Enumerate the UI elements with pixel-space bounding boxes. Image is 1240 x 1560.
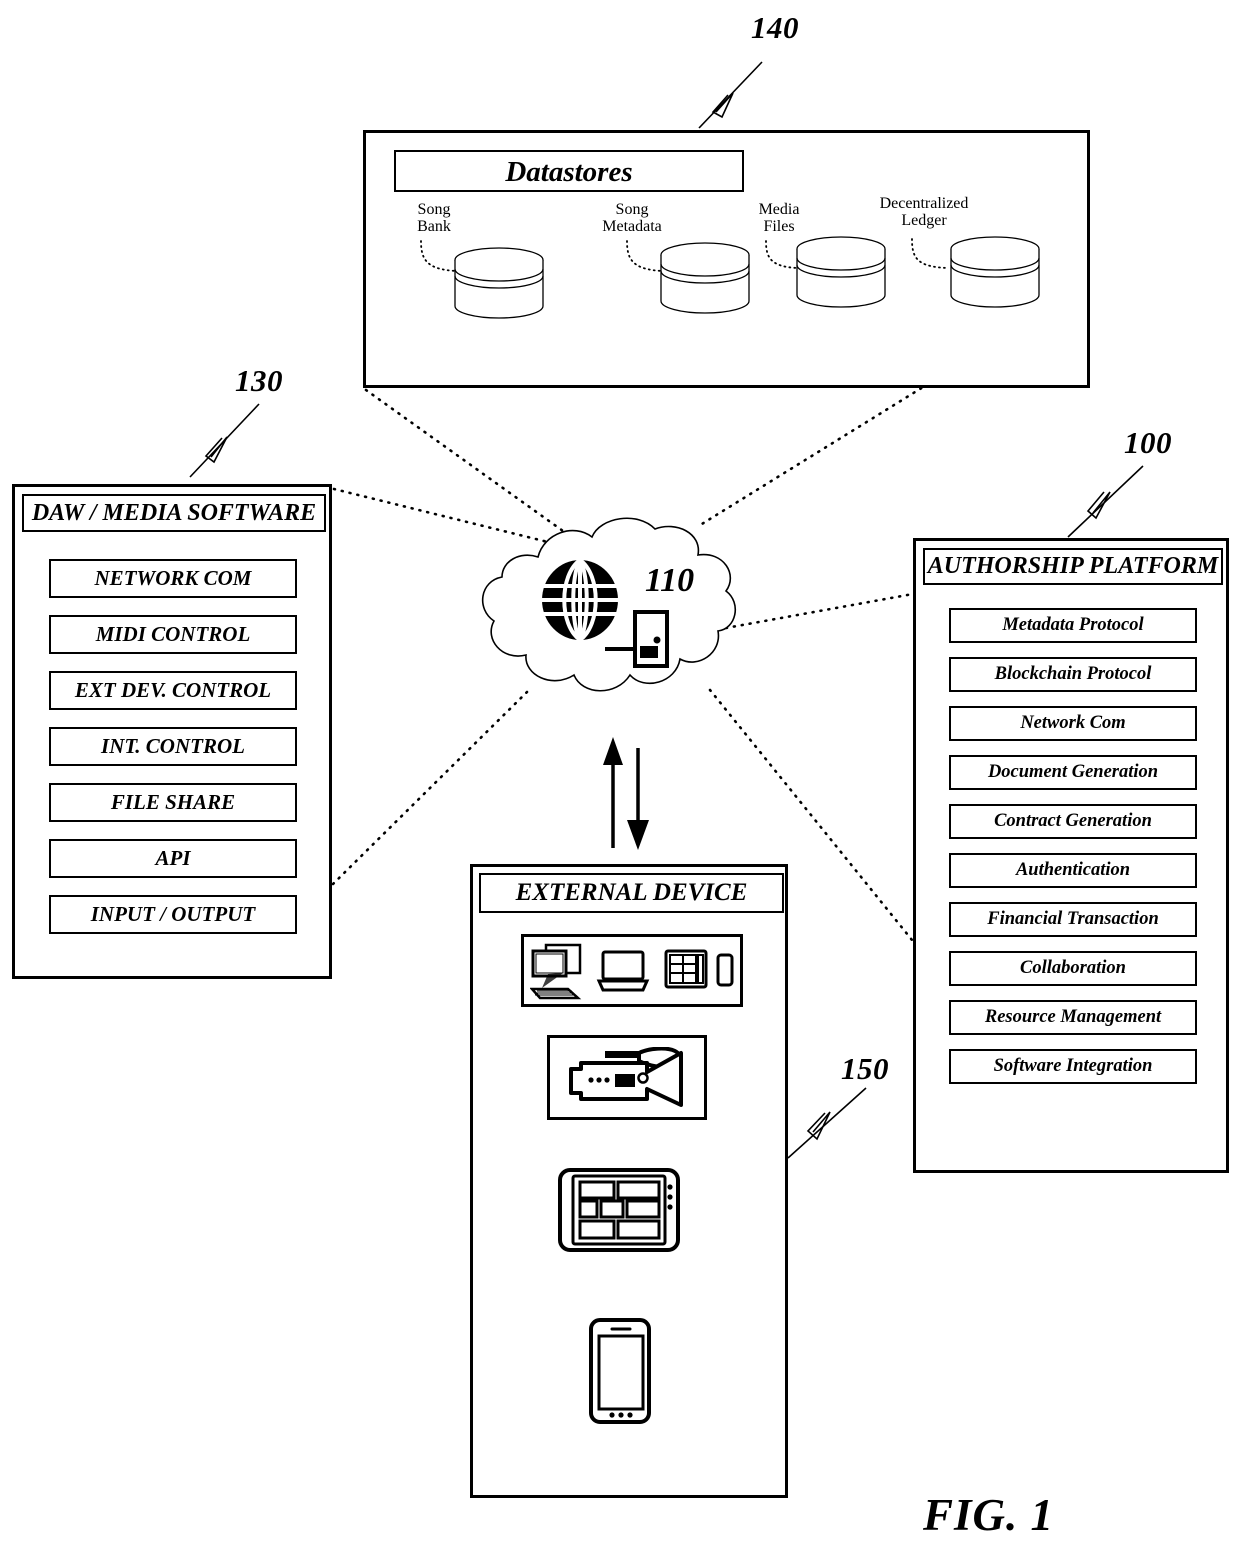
video-camera-frame	[547, 1035, 707, 1120]
smartphone-icon	[589, 1318, 651, 1424]
arrow-cloud-to-device-down	[627, 748, 649, 850]
reference-numeral-150: 150	[841, 1051, 889, 1086]
reference-numeral-100: 100	[1124, 425, 1172, 460]
external-device-panel: EXTERNAL DEVICE	[470, 864, 788, 1498]
datastore-label: Song Bank	[417, 201, 451, 235]
leader-line-130	[189, 403, 260, 478]
daw-module-list: NETWORK COM MIDI CONTROL EXT DEV. CONTRO…	[49, 559, 297, 951]
datastores-panel: Datastores Song Bank Song Metadata Media…	[363, 130, 1090, 388]
reference-numeral-110: 110	[645, 562, 695, 599]
datastore-decentralized-ledger: Decentralized Ledger	[862, 195, 1042, 320]
database-cylinder-icon	[660, 242, 750, 314]
laptop-icon	[596, 950, 650, 992]
remote-control-icon	[716, 953, 734, 987]
daw-module-ext-dev-control[interactable]: EXT DEV. CONTROL	[49, 671, 297, 710]
platform-module-resource-management[interactable]: Resource Management	[949, 1000, 1197, 1035]
platform-module-list: Metadata Protocol Blockchain Protocol Ne…	[949, 608, 1197, 1098]
platform-module-authentication[interactable]: Authentication	[949, 853, 1197, 888]
platform-module-contract-generation[interactable]: Contract Generation	[949, 804, 1197, 839]
leader-line-100	[1067, 465, 1144, 538]
desktop-computer-icon	[530, 943, 582, 1000]
reference-numeral-130: 130	[235, 363, 283, 398]
datastore-label: Song Metadata	[602, 201, 662, 235]
daw-panel-title: DAW / MEDIA SOFTWARE	[22, 494, 326, 532]
authorship-platform-panel: AUTHORSHIP PLATFORM Metadata Protocol Bl…	[913, 538, 1229, 1173]
database-cylinder-icon	[454, 247, 544, 319]
daw-media-software-panel: DAW / MEDIA SOFTWARE NETWORK COM MIDI CO…	[12, 484, 332, 979]
platform-module-collaboration[interactable]: Collaboration	[949, 951, 1197, 986]
datastore-song-metadata: Song Metadata	[584, 201, 754, 321]
arrow-cloud-to-device-up	[603, 737, 623, 848]
daw-module-midi-control[interactable]: MIDI CONTROL	[49, 615, 297, 654]
daw-module-api[interactable]: API	[49, 839, 297, 878]
platform-module-document-generation[interactable]: Document Generation	[949, 755, 1197, 790]
datastore-label: Decentralized Ledger	[879, 195, 969, 229]
figure-caption: FIG. 1	[923, 1490, 1055, 1540]
platform-module-financial-transaction[interactable]: Financial Transaction	[949, 902, 1197, 937]
platform-module-software-integration[interactable]: Software Integration	[949, 1049, 1197, 1084]
platform-module-blockchain-protocol[interactable]: Blockchain Protocol	[949, 657, 1197, 692]
datastore-label: Media Files	[758, 201, 800, 235]
network-cloud	[440, 505, 770, 735]
video-camera-icon	[569, 1047, 683, 1107]
reference-numeral-140: 140	[751, 10, 799, 45]
daw-module-int-control[interactable]: INT. CONTROL	[49, 727, 297, 766]
tablet-keyboard-icon	[664, 949, 708, 989]
daw-module-network-com[interactable]: NETWORK COM	[49, 559, 297, 598]
leader-line-150	[787, 1087, 867, 1159]
tablet-icon	[558, 1168, 680, 1252]
platform-panel-title: AUTHORSHIP PLATFORM	[923, 548, 1223, 585]
platform-module-network-com[interactable]: Network Com	[949, 706, 1197, 741]
external-device-title: EXTERNAL DEVICE	[479, 873, 784, 913]
daw-module-file-share[interactable]: FILE SHARE	[49, 783, 297, 822]
datastore-song-bank: Song Bank	[404, 201, 554, 321]
server-icon	[605, 610, 669, 668]
computer-devices-frame	[521, 934, 743, 1007]
database-cylinder-icon	[950, 236, 1040, 308]
platform-module-metadata-protocol[interactable]: Metadata Protocol	[949, 608, 1197, 643]
datastores-title: Datastores	[394, 150, 744, 192]
patent-figure-page: 140 130 100 150 Datastores Song Bank Son…	[0, 0, 1240, 1560]
daw-module-input-output[interactable]: INPUT / OUTPUT	[49, 895, 297, 934]
leader-line-140	[698, 61, 763, 129]
